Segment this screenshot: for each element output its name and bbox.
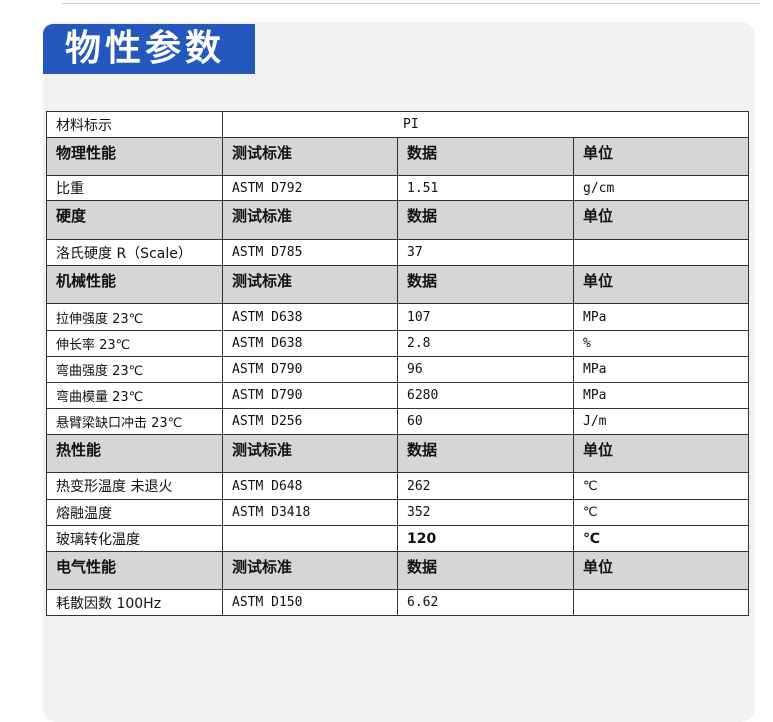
group-header-cell: 单位 — [573, 200, 749, 240]
test-standard: ASTM D638 — [222, 303, 398, 331]
group-header-cell: 单位 — [573, 265, 749, 304]
test-standard: ASTM D790 — [222, 382, 398, 409]
data-value: 262 — [397, 472, 574, 500]
property-name: 弯曲强度 23℃ — [46, 356, 223, 383]
group-header-cell: 物理性能 — [46, 137, 223, 176]
test-standard: ASTM D150 — [222, 589, 398, 616]
data-value: 37 — [397, 239, 574, 266]
unit: g/cm — [573, 175, 749, 201]
table-row: 悬臂梁缺口冲击 23℃ ASTM D256 60 J/m — [46, 408, 749, 435]
properties-table: 材料标示 PI 物理性能 测试标准 数据 单位 比重 ASTM D792 1.5… — [46, 111, 749, 616]
data-value: 6280 — [397, 382, 574, 409]
property-name: 玻璃转化温度 — [46, 525, 223, 552]
property-name: 熔融温度 — [46, 499, 223, 526]
unit: MPa — [573, 356, 749, 383]
data-value: 107 — [397, 303, 574, 331]
group-header-cell: 数据 — [397, 551, 574, 590]
group-header-cell: 电气性能 — [46, 551, 223, 590]
unit: % — [573, 330, 749, 357]
property-name: 热变形温度 未退火 — [46, 472, 223, 500]
table-row: 比重 ASTM D792 1.51 g/cm — [46, 175, 749, 201]
unit: ℃ — [573, 525, 749, 552]
group-header-cell: 硬度 — [46, 200, 223, 240]
property-name: 洛氏硬度 R（Scale） — [46, 239, 223, 266]
unit: ℃ — [573, 499, 749, 526]
group-header-cell: 测试标准 — [222, 434, 398, 473]
test-standard: ASTM D790 — [222, 356, 398, 383]
test-standard: ASTM D256 — [222, 408, 398, 435]
data-value: 120 — [397, 525, 574, 552]
group-header-cell: 数据 — [397, 200, 574, 240]
unit: MPa — [573, 303, 749, 331]
unit — [573, 239, 749, 266]
group-header-cell: 测试标准 — [222, 137, 398, 176]
property-name: 弯曲模量 23℃ — [46, 382, 223, 409]
group-header-physical: 物理性能 测试标准 数据 单位 — [46, 137, 749, 176]
group-header-hardness: 硬度 测试标准 数据 单位 — [46, 200, 749, 240]
data-value: 96 — [397, 356, 574, 383]
test-standard: ASTM D3418 — [222, 499, 398, 526]
table-row: 弯曲模量 23℃ ASTM D790 6280 MPa — [46, 382, 749, 409]
table-row: 拉伸强度 23℃ ASTM D638 107 MPa — [46, 303, 749, 331]
table-row: 耗散因数 100Hz ASTM D150 6.62 — [46, 589, 749, 616]
property-name: 比重 — [46, 175, 223, 201]
group-header-cell: 测试标准 — [222, 265, 398, 304]
table-row: 熔融温度 ASTM D3418 352 ℃ — [46, 499, 749, 526]
group-header-cell: 单位 — [573, 137, 749, 176]
unit — [573, 589, 749, 616]
test-standard — [222, 525, 398, 552]
material-row: 材料标示 PI — [46, 111, 749, 138]
data-value: 1.51 — [397, 175, 574, 201]
group-header-cell: 单位 — [573, 551, 749, 590]
section-title: 物性参数 — [43, 24, 255, 74]
group-header-cell: 单位 — [573, 434, 749, 473]
material-label: 材料标示 — [46, 111, 223, 138]
unit: ℃ — [573, 472, 749, 500]
group-header-cell: 数据 — [397, 137, 574, 176]
group-header-cell: 数据 — [397, 265, 574, 304]
data-value: 352 — [397, 499, 574, 526]
group-header-cell: 测试标准 — [222, 551, 398, 590]
group-header-cell: 测试标准 — [222, 200, 398, 240]
property-name: 耗散因数 100Hz — [46, 589, 223, 616]
property-name: 悬臂梁缺口冲击 23℃ — [46, 408, 223, 435]
table-row: 弯曲强度 23℃ ASTM D790 96 MPa — [46, 356, 749, 383]
material-value: PI — [222, 111, 749, 138]
table-row: 玻璃转化温度 120 ℃ — [46, 525, 749, 552]
test-standard: ASTM D648 — [222, 472, 398, 500]
table-row: 洛氏硬度 R（Scale） ASTM D785 37 — [46, 239, 749, 266]
group-header-cell: 数据 — [397, 434, 574, 473]
data-value: 2.8 — [397, 330, 574, 357]
group-header-thermal: 热性能 测试标准 数据 单位 — [46, 434, 749, 473]
table-row: 伸长率 23℃ ASTM D638 2.8 % — [46, 330, 749, 357]
test-standard: ASTM D785 — [222, 239, 398, 266]
top-divider — [62, 3, 760, 4]
property-name: 拉伸强度 23℃ — [46, 303, 223, 331]
data-value: 6.62 — [397, 589, 574, 616]
test-standard: ASTM D638 — [222, 330, 398, 357]
group-header-cell: 机械性能 — [46, 265, 223, 304]
unit: MPa — [573, 382, 749, 409]
property-name: 伸长率 23℃ — [46, 330, 223, 357]
table-row: 热变形温度 未退火 ASTM D648 262 ℃ — [46, 472, 749, 500]
group-header-mechanical: 机械性能 测试标准 数据 单位 — [46, 265, 749, 304]
test-standard: ASTM D792 — [222, 175, 398, 201]
group-header-cell: 热性能 — [46, 434, 223, 473]
unit: J/m — [573, 408, 749, 435]
data-value: 60 — [397, 408, 574, 435]
group-header-electrical: 电气性能 测试标准 数据 单位 — [46, 551, 749, 590]
